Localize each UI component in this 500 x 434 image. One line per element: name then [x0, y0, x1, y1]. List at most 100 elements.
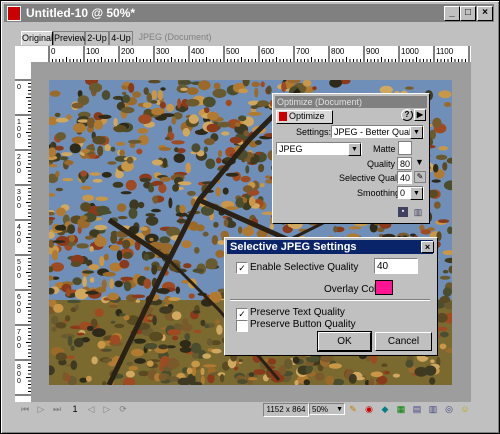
- trash-icon[interactable]: ▥: [413, 207, 423, 217]
- quality-field[interactable]: 80: [397, 157, 412, 170]
- leaf-blob: [86, 325, 94, 331]
- preserve-text-checkbox[interactable]: ✓: [236, 308, 248, 320]
- play-icon[interactable]: ▷: [35, 404, 47, 415]
- leaf-blob: [143, 278, 152, 289]
- leaf-blob: [138, 201, 145, 209]
- frames-icon[interactable]: ▤: [411, 404, 423, 415]
- behaviors-icon[interactable]: ◎: [443, 404, 455, 415]
- panel-menu-arrow-icon[interactable]: ▶: [414, 109, 426, 121]
- zoom-dropdown[interactable]: 50% ▼: [309, 403, 345, 415]
- edit-selective-icon[interactable]: ✎: [414, 171, 426, 183]
- leaf-blob: [225, 206, 239, 211]
- dialog-close-button[interactable]: ×: [421, 241, 434, 253]
- leaf-blob: [94, 224, 108, 231]
- prev-frame-icon[interactable]: ◁: [85, 404, 97, 415]
- leaf-blob: [439, 275, 451, 280]
- ruler-v-label: 0: [17, 203, 21, 210]
- app-icon: [7, 6, 21, 21]
- leaf-blob: [215, 157, 222, 164]
- leaf-blob: [206, 338, 213, 346]
- leaf-blob: [86, 117, 96, 129]
- magnet-icon[interactable]: ◉: [363, 404, 375, 415]
- ok-button[interactable]: OK: [317, 331, 372, 352]
- leaf-blob: [89, 172, 101, 176]
- leaf-blob: [444, 102, 452, 107]
- optimize-tab[interactable]: Optimize: [276, 110, 333, 124]
- cancel-button[interactable]: Cancel: [375, 332, 432, 351]
- leaf-blob: [202, 364, 217, 368]
- overlay-color-swatch[interactable]: [375, 280, 393, 295]
- optimize-tab-icon: [279, 112, 287, 121]
- leaf-blob: [164, 136, 171, 141]
- vertical-ruler: 0100200300400500600700800: [15, 62, 32, 402]
- leaf-blob: [76, 332, 85, 336]
- save-settings-icon[interactable]: ▪: [398, 207, 408, 217]
- dialog-title[interactable]: Selective JPEG Settings: [227, 240, 433, 254]
- leaf-blob: [255, 140, 262, 145]
- pencil-icon[interactable]: ✎: [347, 404, 359, 415]
- next-frame-icon[interactable]: ▷: [101, 404, 113, 415]
- first-frame-icon[interactable]: ⏮: [19, 404, 31, 415]
- window-titlebar[interactable]: Untitled-10 @ 50%* _ □ ×: [4, 4, 494, 22]
- leaf-blob: [115, 141, 126, 146]
- leaf-blob: [370, 371, 383, 378]
- leaf-blob: [185, 162, 191, 174]
- selective-quality-input[interactable]: 40: [374, 258, 418, 274]
- leaf-blob: [110, 146, 116, 152]
- leaf-blob: [328, 363, 342, 369]
- smoothing-value: 0: [400, 188, 406, 198]
- ruler-v-label: 0: [17, 168, 21, 175]
- shapes-icon[interactable]: ◆: [379, 404, 391, 415]
- close-button[interactable]: ×: [477, 6, 493, 21]
- smoothing-dropdown[interactable]: 0 ▼: [397, 186, 424, 200]
- leaf-blob: [113, 117, 118, 127]
- leaf-blob: [80, 202, 91, 212]
- settings-dropdown[interactable]: JPEG - Better Quality ▼: [331, 125, 424, 139]
- leaf-blob: [198, 80, 211, 91]
- leaf-blob: [66, 355, 75, 359]
- leaf-blob: [253, 369, 266, 375]
- leaf-blob: [190, 342, 202, 354]
- optimize-tab-label: Optimize: [289, 111, 325, 121]
- leaf-blob: [70, 360, 78, 370]
- preserve-button-checkbox[interactable]: [236, 320, 248, 332]
- quality-slider-arrow-icon[interactable]: ▼: [415, 157, 424, 167]
- tab-preview[interactable]: Preview: [53, 31, 86, 45]
- layers-icon[interactable]: ▦: [395, 404, 407, 415]
- leaf-blob: [107, 292, 119, 301]
- tab-4-up[interactable]: 4-Up: [109, 31, 133, 45]
- url-icon[interactable]: ☺: [459, 404, 471, 415]
- minimize-button[interactable]: _: [444, 6, 460, 21]
- enable-selective-checkbox[interactable]: ✓: [236, 262, 248, 274]
- tab-original[interactable]: Original: [21, 31, 53, 45]
- maximize-button[interactable]: □: [460, 6, 476, 21]
- leaf-blob: [148, 185, 155, 193]
- leaf-blob: [167, 329, 181, 336]
- leaf-blob: [59, 156, 69, 161]
- leaf-blob: [206, 123, 219, 133]
- leaf-blob: [191, 360, 201, 368]
- leaf-blob: [120, 106, 135, 114]
- ruler-h-label: 900: [366, 47, 380, 56]
- selective-quality-field[interactable]: 40: [397, 171, 412, 184]
- leaf-blob: [171, 311, 182, 320]
- ruler-h-label: 700: [296, 47, 310, 56]
- leaf-blob: [243, 130, 249, 137]
- matte-swatch[interactable]: [398, 141, 412, 155]
- tab-2-up[interactable]: 2-Up: [85, 31, 109, 45]
- last-frame-icon[interactable]: ⏭: [51, 404, 63, 415]
- ruler-v-label: 4: [17, 224, 21, 231]
- help-icon[interactable]: ?: [401, 109, 413, 121]
- leaf-blob: [439, 343, 447, 350]
- leaf-blob: [92, 135, 106, 145]
- loop-icon[interactable]: ⟳: [117, 404, 129, 415]
- leaf-blob: [61, 152, 73, 157]
- leaf-blob: [438, 146, 449, 151]
- optimize-panel-title[interactable]: Optimize (Document): [275, 96, 427, 108]
- format-dropdown[interactable]: JPEG ▼: [276, 142, 362, 156]
- library-icon[interactable]: ▥: [427, 404, 439, 415]
- leaf-blob: [259, 183, 265, 188]
- optimize-panel: Optimize (Document) Optimize ? ▶ Setting…: [272, 93, 430, 224]
- leaf-blob: [126, 361, 133, 366]
- leaf-blob: [131, 294, 146, 299]
